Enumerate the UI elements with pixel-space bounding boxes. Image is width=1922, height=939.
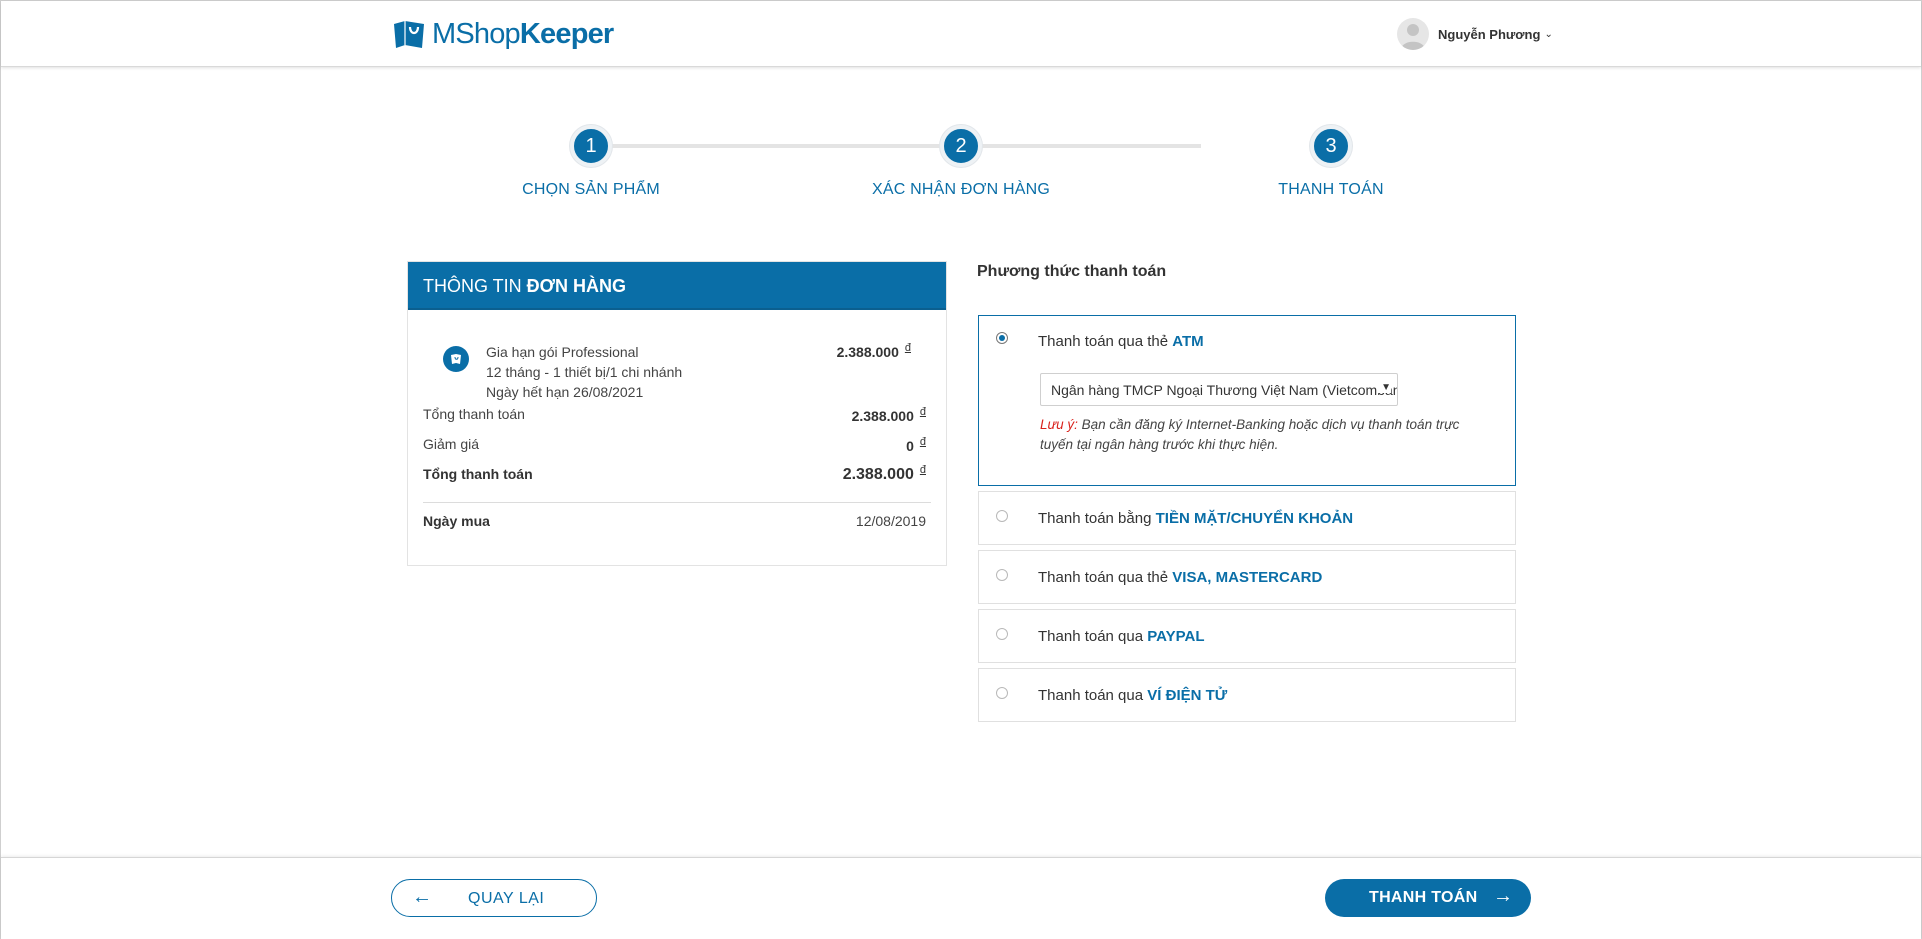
- option-prefix: Thanh toán qua: [1038, 628, 1148, 645]
- step-label: THANH TOÁN: [1278, 181, 1384, 198]
- subtotal-amount: 2.388.000: [851, 408, 914, 424]
- back-button-label: QUAY LẠI: [468, 890, 545, 907]
- payment-option-e-wallet[interactable]: Thanh toán qua VÍ ĐIỆN TỬ: [978, 668, 1516, 722]
- radio-atm[interactable]: [996, 332, 1008, 344]
- subtotal-label: Tổng thanh toán: [423, 406, 525, 422]
- discount-value: 0đ: [906, 436, 926, 454]
- order-title-light: THÔNG TIN: [423, 276, 527, 296]
- total-value: 2.388.000 đ: [843, 464, 926, 484]
- order-info-panel: THÔNG TIN ĐƠN HÀNG Gia hạn gói Professio…: [407, 261, 947, 566]
- payment-option-label: Thanh toán qua thẻ VISA, MASTERCARD: [1038, 569, 1322, 586]
- purchase-date-value: 12/08/2019: [855, 513, 926, 529]
- payment-option-cash-transfer[interactable]: Thanh toán bằng TIỀN MẶT/CHUYỂN KHOẢN: [978, 491, 1516, 545]
- logo-text-light: MShop: [432, 17, 521, 50]
- step-number: 1: [570, 125, 612, 167]
- product-price: 2.388.000 đ: [837, 342, 911, 360]
- shopping-bag-icon: [451, 354, 461, 364]
- option-highlight: ATM: [1172, 333, 1204, 350]
- payment-option-label: Thanh toán qua thẻ ATM: [1038, 333, 1204, 350]
- bank-select-value: Ngân hàng TMCP Ngoại Thương Việt Nam (Vi…: [1051, 382, 1398, 398]
- top-header: MShopKeeper Nguyễn Phương ⌄: [1, 1, 1921, 67]
- payment-option-label: Thanh toán qua PAYPAL: [1038, 628, 1205, 645]
- product-price-value: 2.388.000: [836, 344, 899, 360]
- payment-option-visa-mastercard[interactable]: Thanh toán qua thẻ VISA, MASTERCARD: [978, 550, 1516, 604]
- radio-visa-mastercard[interactable]: [996, 569, 1008, 581]
- bank-select[interactable]: Ngân hàng TMCP Ngoại Thương Việt Nam (Vi…: [1040, 373, 1398, 406]
- currency-symbol: đ: [919, 406, 926, 418]
- user-silhouette-icon: [1401, 24, 1425, 50]
- product-icon: [443, 346, 469, 372]
- product-plan: 12 tháng - 1 thiết bị/1 chi nhánh: [486, 364, 683, 380]
- option-highlight: PAYPAL: [1147, 628, 1205, 645]
- payment-note: Lưu ý: Bạn cần đăng ký Internet-Banking …: [1040, 415, 1480, 455]
- chevron-down-icon: ⌄: [1544, 28, 1553, 40]
- checkout-stepper: 1 CHỌN SẢN PHẨM 2 XÁC NHẬN ĐƠN HÀNG 3 TH…: [481, 125, 1384, 205]
- step-label: CHỌN SẢN PHẨM: [522, 181, 660, 198]
- product-details: Gia hạn gói Professional 12 tháng - 1 th…: [486, 342, 682, 402]
- option-highlight: VÍ ĐIỆN TỬ: [1147, 687, 1228, 704]
- option-prefix: Thanh toán qua thẻ: [1038, 333, 1173, 350]
- payment-option-paypal[interactable]: Thanh toán qua PAYPAL: [978, 609, 1516, 663]
- payment-option-atm[interactable]: Thanh toán qua thẻ ATM Ngân hàng TMCP Ng…: [978, 315, 1516, 486]
- payment-option-label: Thanh toán bằng TIỀN MẶT/CHUYỂN KHOẢN: [1038, 510, 1353, 527]
- avatar: [1397, 18, 1429, 50]
- arrow-right-icon: →: [1493, 885, 1513, 907]
- radio-cash-transfer[interactable]: [996, 510, 1008, 522]
- discount-label: Giảm giá: [423, 436, 480, 452]
- note-warning: Lưu ý:: [1040, 417, 1078, 432]
- pay-button-label: THANH TOÁN: [1369, 889, 1478, 906]
- order-title-bold: ĐƠN HÀNG: [526, 276, 627, 296]
- payment-method-title: Phương thức thanh toán: [977, 263, 1167, 280]
- option-highlight: VISA, MASTERCARD: [1172, 569, 1323, 586]
- payment-option-label: Thanh toán qua VÍ ĐIỆN TỬ: [1038, 687, 1227, 704]
- option-prefix: Thanh toán qua thẻ: [1038, 569, 1173, 586]
- step-2: 2 XÁC NHẬN ĐƠN HÀNG: [841, 125, 1081, 199]
- step-1: 1 CHỌN SẢN PHẨM: [471, 125, 711, 199]
- step-number: 2: [940, 125, 982, 167]
- purchase-date-label: Ngày mua: [423, 513, 490, 529]
- arrow-left-icon: ←: [412, 886, 432, 908]
- user-menu[interactable]: Nguyễn Phương ⌄: [1397, 18, 1553, 50]
- purchase-date-row: Ngày mua 12/08/2019: [423, 513, 931, 543]
- note-text: Bạn cần đăng ký Internet-Banking hoặc dị…: [1040, 417, 1460, 452]
- radio-e-wallet[interactable]: [996, 687, 1008, 699]
- order-panel-title: THÔNG TIN ĐƠN HÀNG: [408, 262, 946, 310]
- total-label: Tổng thanh toán: [423, 466, 533, 482]
- step-label: XÁC NHẬN ĐƠN HÀNG: [871, 181, 1051, 198]
- order-body: Gia hạn gói Professional 12 tháng - 1 th…: [408, 310, 946, 543]
- pay-button[interactable]: THANH TOÁN →: [1325, 879, 1531, 917]
- app-logo[interactable]: MShopKeeper: [391, 17, 614, 51]
- logo-text: MShopKeeper: [432, 17, 614, 51]
- step-number: 3: [1310, 125, 1352, 167]
- discount-row: Giảm giá 0đ: [423, 436, 931, 466]
- order-product: Gia hạn gói Professional 12 tháng - 1 th…: [423, 310, 931, 406]
- currency-symbol: đ: [904, 342, 911, 354]
- back-button[interactable]: ← QUAY LẠI: [391, 879, 597, 917]
- subtotal-value: 2.388.000 đ: [852, 406, 926, 424]
- radio-paypal[interactable]: [996, 628, 1008, 640]
- step-3: 3 THANH TOÁN: [1211, 125, 1451, 199]
- total-row: Tổng thanh toán 2.388.000 đ: [423, 464, 931, 496]
- option-prefix: Thanh toán bằng: [1038, 510, 1156, 527]
- divider: [423, 502, 931, 503]
- user-name: Nguyễn Phương: [1438, 26, 1541, 42]
- footer-bar: ← QUAY LẠI THANH TOÁN →: [1, 857, 1921, 939]
- dropdown-caret-icon: ▼: [1377, 382, 1391, 393]
- product-name: Gia hạn gói Professional: [486, 344, 639, 360]
- subtotal-row: Tổng thanh toán 2.388.000 đ: [423, 406, 931, 436]
- discount-amount: 0: [906, 438, 914, 454]
- option-prefix: Thanh toán qua: [1038, 687, 1148, 704]
- currency-symbol: đ: [919, 464, 926, 476]
- logo-text-bold: Keeper: [519, 17, 614, 50]
- option-highlight: TIỀN MẶT/CHUYỂN KHOẢN: [1155, 510, 1354, 527]
- currency-symbol: đ: [919, 436, 926, 448]
- total-amount: 2.388.000: [842, 466, 914, 483]
- shopping-bag-logo-icon: [394, 21, 424, 48]
- product-expiry: Ngày hết hạn 26/08/2021: [486, 384, 644, 400]
